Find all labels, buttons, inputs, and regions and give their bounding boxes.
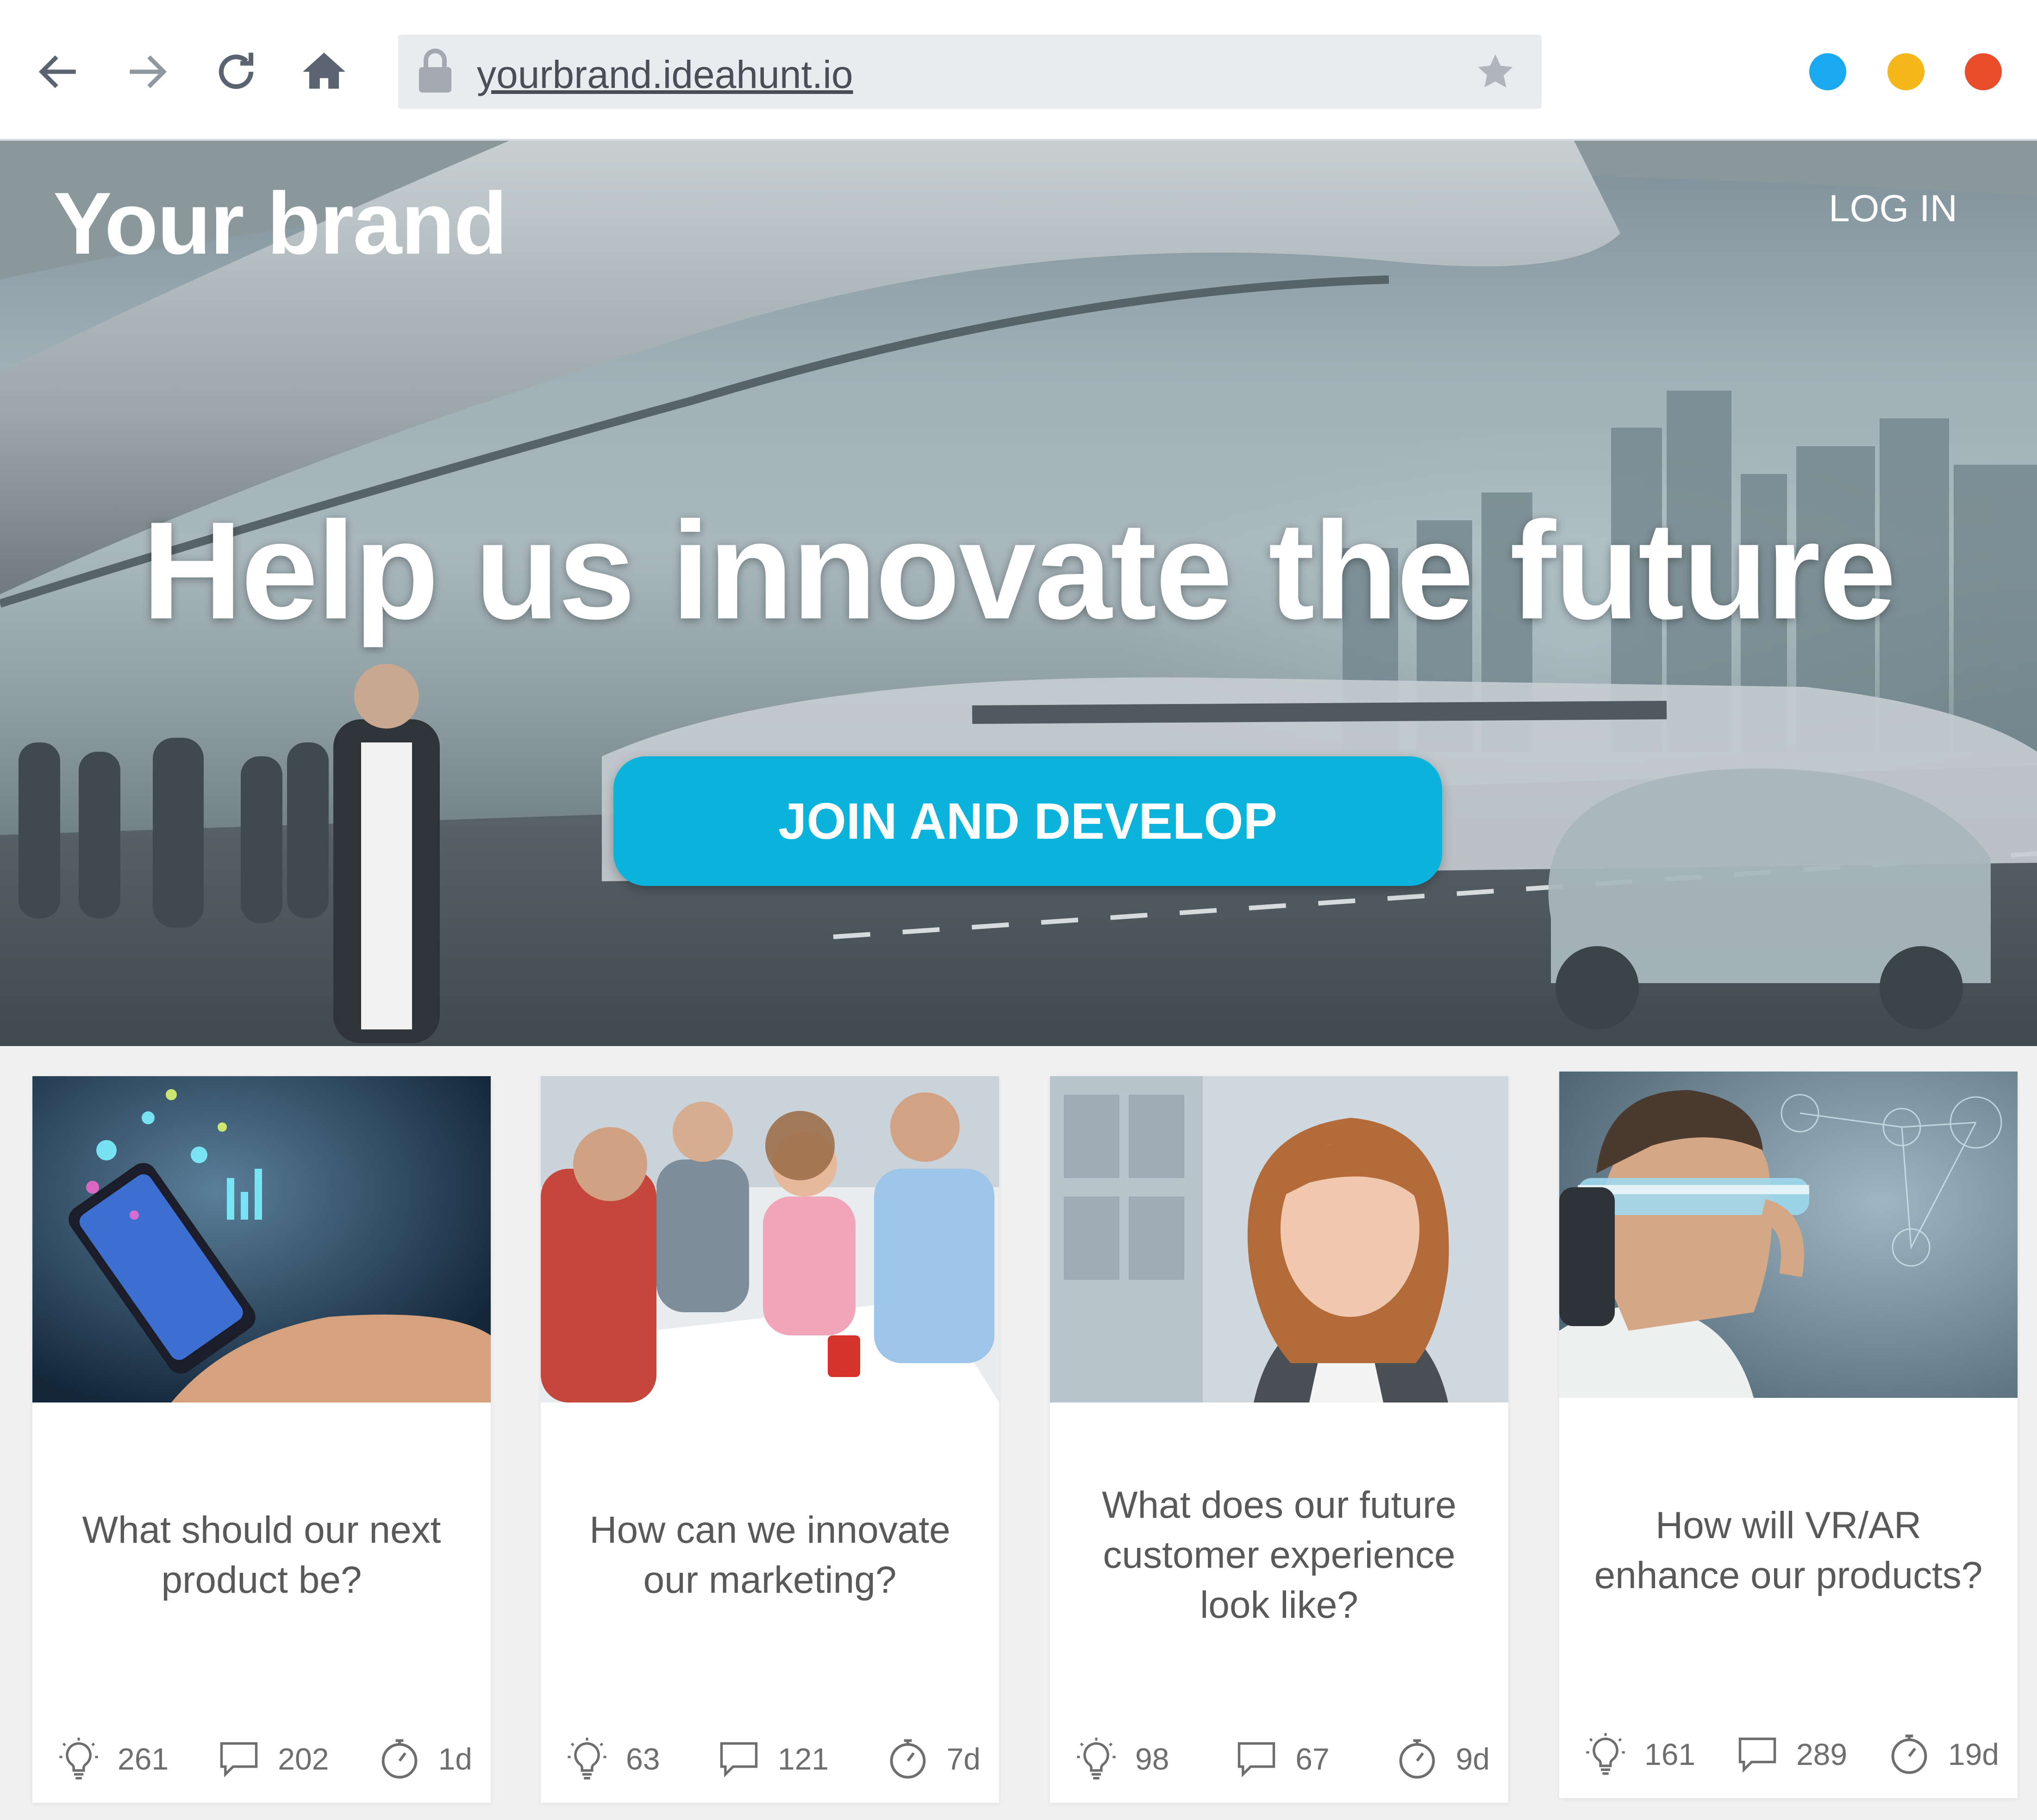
- challenge-title[interactable]: What does our future customer experience…: [1068, 1402, 1490, 1708]
- comments-count: 202: [216, 1736, 329, 1782]
- ideas-count-value: 98: [1135, 1742, 1169, 1776]
- lock-icon: [419, 49, 451, 93]
- time-remaining: 7d: [885, 1736, 981, 1782]
- login-link[interactable]: LOG IN: [1829, 187, 1957, 231]
- time-remaining-value: 1d: [438, 1742, 472, 1776]
- reload-icon: [219, 52, 254, 89]
- back-button[interactable]: [29, 42, 89, 102]
- challenge-stats: 161 289 19d: [1582, 1727, 1999, 1782]
- arrow-right-icon: [130, 55, 167, 88]
- lightbulb-icon: [568, 1738, 606, 1780]
- ideas-count-value: 161: [1644, 1737, 1696, 1771]
- ideas-count-value: 261: [118, 1742, 169, 1776]
- home-icon: [303, 52, 345, 89]
- lightbulb-icon: [1077, 1738, 1116, 1780]
- window-dot-blue[interactable]: [1809, 53, 1846, 90]
- challenge-card[interactable]: How can we innovate our marketing? 63 12…: [541, 1076, 999, 1803]
- reload-button[interactable]: [206, 42, 266, 102]
- home-button[interactable]: [294, 42, 354, 102]
- comments-count-value: 121: [777, 1742, 829, 1776]
- window-dot-yellow[interactable]: [1887, 53, 1925, 90]
- hero-banner: Your brand LOG IN Help us innovate the f…: [0, 141, 2037, 1046]
- comment-bubble-icon: [220, 1742, 258, 1777]
- stopwatch-icon: [890, 1739, 925, 1779]
- stopwatch-icon: [381, 1739, 417, 1779]
- comments-count-value: 67: [1295, 1742, 1330, 1776]
- ideas-count: 63: [564, 1736, 660, 1782]
- lightbulb-icon: [1586, 1733, 1625, 1775]
- challenge-title[interactable]: How will VR/AR enhance our products?: [1578, 1398, 1999, 1703]
- star-icon[interactable]: [1475, 51, 1516, 93]
- comment-bubble-icon: [1738, 1737, 1776, 1773]
- challenge-stats: 63 121 7d: [564, 1731, 981, 1787]
- browser-toolbar: yourbrand.ideahunt.io: [0, 0, 2037, 141]
- card-image-vr-headset: [1559, 1072, 2018, 1398]
- window-dot-red[interactable]: [1965, 53, 2002, 90]
- comments-count: 67: [1233, 1736, 1330, 1782]
- challenge-card[interactable]: What should our next product be? 261 202…: [32, 1076, 491, 1803]
- comment-bubble-icon: [1238, 1742, 1275, 1777]
- lightbulb-icon: [59, 1738, 98, 1780]
- stopwatch-icon: [1891, 1734, 1927, 1774]
- time-remaining-value: 19d: [1948, 1737, 1999, 1771]
- ideas-count: 161: [1582, 1731, 1695, 1777]
- join-and-develop-button[interactable]: JOIN AND DEVELOP: [613, 756, 1442, 886]
- comments-count-value: 289: [1796, 1737, 1848, 1771]
- time-remaining: 19d: [1886, 1731, 1999, 1777]
- forward-button[interactable]: [117, 42, 177, 102]
- comment-bubble-icon: [720, 1742, 758, 1777]
- challenge-card[interactable]: What does our future customer experience…: [1050, 1076, 1508, 1803]
- comments-count: 121: [716, 1736, 829, 1782]
- address-bar[interactable]: yourbrand.ideahunt.io: [398, 35, 1542, 109]
- hero-headline: Help us innovate the future: [142, 492, 1896, 648]
- time-remaining-value: 7d: [946, 1742, 981, 1776]
- brand-logo[interactable]: Your brand: [53, 173, 507, 274]
- time-remaining: 1d: [376, 1736, 472, 1782]
- challenge-title[interactable]: What should our next product be?: [51, 1402, 472, 1708]
- time-remaining-value: 9d: [1456, 1742, 1490, 1776]
- ideas-count: 98: [1073, 1736, 1169, 1782]
- time-remaining: 9d: [1394, 1736, 1490, 1782]
- ideas-count-value: 63: [626, 1742, 660, 1776]
- stopwatch-icon: [1399, 1739, 1435, 1779]
- card-image-team-meeting: [541, 1076, 999, 1402]
- ideas-count: 261: [56, 1736, 169, 1782]
- card-image-smartphone: [32, 1076, 491, 1402]
- comments-count: 289: [1734, 1731, 1847, 1777]
- comments-count-value: 202: [278, 1742, 329, 1776]
- challenge-card[interactable]: How will VR/AR enhance our products? 161…: [1559, 1072, 2018, 1798]
- card-image-businesswoman: [1050, 1076, 1508, 1402]
- challenge-title[interactable]: How can we innovate our marketing?: [559, 1402, 981, 1708]
- arrow-left-icon: [38, 55, 76, 88]
- url-text[interactable]: yourbrand.ideahunt.io: [477, 52, 853, 97]
- challenge-stats: 98 67 9d: [1073, 1731, 1490, 1787]
- challenge-stats: 261 202 1d: [56, 1731, 472, 1787]
